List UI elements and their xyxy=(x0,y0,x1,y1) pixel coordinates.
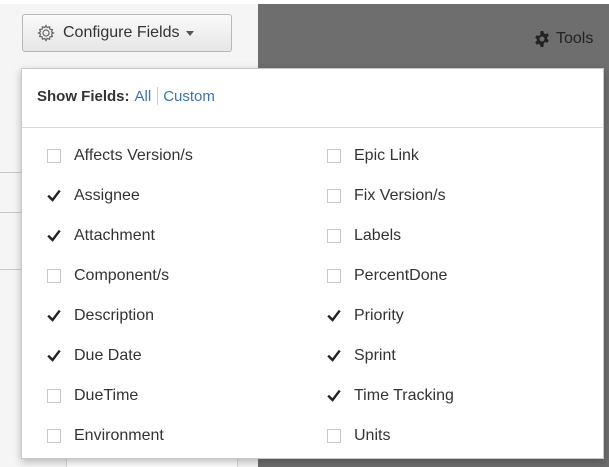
field-label: Sprint xyxy=(354,347,396,364)
tools-label: Tools xyxy=(556,30,594,47)
field-option[interactable]: Affects Version/s xyxy=(47,136,193,176)
field-label: Priority xyxy=(354,307,404,324)
configure-fields-label: Configure Fields xyxy=(63,24,180,41)
checkbox[interactable] xyxy=(327,229,341,243)
field-option[interactable]: Environment xyxy=(47,416,193,456)
field-option[interactable]: Attachment xyxy=(47,216,193,256)
show-fields-label: Show Fields: xyxy=(37,87,130,105)
gear-icon xyxy=(36,23,56,43)
background-top-strip xyxy=(0,0,258,4)
cog-icon xyxy=(533,30,551,48)
chevron-down-icon xyxy=(185,30,194,36)
field-option[interactable]: Description xyxy=(47,296,193,336)
checkbox[interactable] xyxy=(47,429,61,443)
checkbox[interactable] xyxy=(47,269,61,283)
field-label: DueTime xyxy=(74,387,139,404)
dropdown-divider xyxy=(22,127,603,128)
field-label: Time Tracking xyxy=(354,387,454,404)
field-label: Environment xyxy=(74,427,164,444)
checkmark-icon[interactable] xyxy=(327,309,341,323)
field-label: Affects Version/s xyxy=(74,147,193,164)
configure-fields-dropdown: Show Fields: All Custom Affects Version/… xyxy=(21,68,604,459)
checkbox[interactable] xyxy=(327,429,341,443)
field-label: PercentDone xyxy=(354,267,448,284)
fields-column-left: Affects Version/s Assignee Attachment Compo… xyxy=(47,136,193,456)
field-option[interactable]: Units xyxy=(327,416,454,456)
checkmark-icon[interactable] xyxy=(47,189,61,203)
field-label: Fix Version/s xyxy=(354,187,446,204)
field-option[interactable]: Due Date xyxy=(47,336,193,376)
checkbox[interactable] xyxy=(47,149,61,163)
background-top-strip-right xyxy=(258,0,609,4)
field-option[interactable]: DueTime xyxy=(47,376,193,416)
field-option[interactable]: Assignee xyxy=(47,176,193,216)
show-custom-link[interactable]: Custom xyxy=(163,88,215,105)
checkbox[interactable] xyxy=(327,189,341,203)
checkmark-icon[interactable] xyxy=(327,389,341,403)
field-option[interactable]: PercentDone xyxy=(327,256,454,296)
field-label: Assignee xyxy=(74,187,140,204)
show-fields-bar: Show Fields: All Custom xyxy=(37,87,215,105)
field-option[interactable]: Fix Version/s xyxy=(327,176,454,216)
field-label: Due Date xyxy=(74,347,142,364)
checkmark-icon[interactable] xyxy=(327,349,341,363)
background-bottom-panel xyxy=(66,458,238,467)
field-label: Description xyxy=(74,307,155,324)
field-label: Units xyxy=(354,427,391,444)
field-option[interactable]: Priority xyxy=(327,296,454,336)
checkmark-icon[interactable] xyxy=(47,309,61,323)
checkmark-icon[interactable] xyxy=(47,229,61,243)
fields-column-right: Epic Link Fix Version/s Labels PercentDone P… xyxy=(327,136,454,456)
field-label: Component/s xyxy=(74,267,170,284)
checkbox[interactable] xyxy=(47,389,61,403)
field-option[interactable]: Labels xyxy=(327,216,454,256)
checkmark-icon[interactable] xyxy=(47,349,61,363)
configure-fields-button[interactable]: Configure Fields xyxy=(22,14,232,52)
checkbox[interactable] xyxy=(327,149,341,163)
field-label: Labels xyxy=(354,227,402,244)
field-label: Epic Link xyxy=(354,147,419,164)
field-label: Attachment xyxy=(74,227,155,244)
field-option[interactable]: Time Tracking xyxy=(327,376,454,416)
field-option[interactable]: Sprint xyxy=(327,336,454,376)
separator xyxy=(157,87,159,105)
tools-button[interactable]: Tools xyxy=(533,28,593,50)
field-option[interactable]: Component/s xyxy=(47,256,193,296)
field-option[interactable]: Epic Link xyxy=(327,136,454,176)
show-all-link[interactable]: All xyxy=(135,88,152,105)
checkbox[interactable] xyxy=(327,269,341,283)
